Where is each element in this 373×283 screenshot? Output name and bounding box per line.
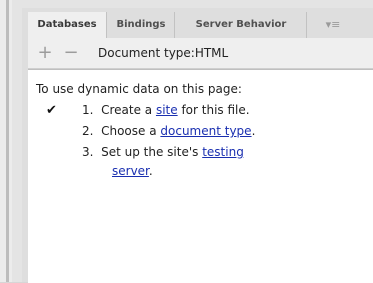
panel-tabs: Databases Bindings Server Behavior ▾≡	[22, 12, 373, 38]
databases-panel: Databases Bindings Server Behavior ▾≡ + …	[22, 8, 373, 283]
testing-server-link[interactable]: testing	[202, 145, 244, 159]
left-edge-strip	[0, 0, 12, 282]
instructions-heading: To use dynamic data on this page:	[36, 82, 242, 96]
site-link[interactable]: site	[156, 103, 178, 117]
panel-rail	[6, 0, 9, 282]
tab-server-behaviors[interactable]: Server Behavior	[176, 12, 307, 38]
step-text: .	[148, 164, 153, 178]
testing-server-link-cont[interactable]: server	[112, 164, 149, 178]
step-number: 3.	[82, 145, 94, 159]
tab-databases[interactable]: Databases	[28, 12, 107, 38]
step-number: 1.	[82, 103, 94, 117]
minus-icon[interactable]: −	[62, 38, 80, 68]
document-type-label: Document type:HTML	[98, 46, 229, 60]
step-setup-testing-server: 3. Set up the site's testing	[82, 145, 244, 159]
step-setup-testing-server-cont: server.	[112, 164, 153, 178]
step-text: Choose a	[101, 124, 161, 138]
step-create-site: 1. Create a site for this file.	[82, 103, 250, 117]
panel-content: To use dynamic data on this page: ✔ 1. C…	[28, 69, 373, 283]
step-text: .	[251, 124, 256, 138]
tab-bindings[interactable]: Bindings	[108, 12, 175, 38]
step-text: for this file.	[177, 103, 250, 117]
plus-icon[interactable]: +	[36, 38, 54, 68]
step-text: Set up the site's	[101, 145, 203, 159]
panel-menu-icon[interactable]: ▾≡	[322, 14, 344, 36]
step-text: Create a	[101, 103, 156, 117]
step-number: 2.	[82, 124, 94, 138]
document-type-link[interactable]: document type	[160, 124, 251, 138]
app-frame: Databases Bindings Server Behavior ▾≡ + …	[0, 0, 373, 283]
step-choose-document-type: 2. Choose a document type.	[82, 124, 255, 138]
panel-toolbar: + − Document type:HTML	[28, 38, 373, 69]
checkmark-icon: ✔	[46, 103, 57, 118]
